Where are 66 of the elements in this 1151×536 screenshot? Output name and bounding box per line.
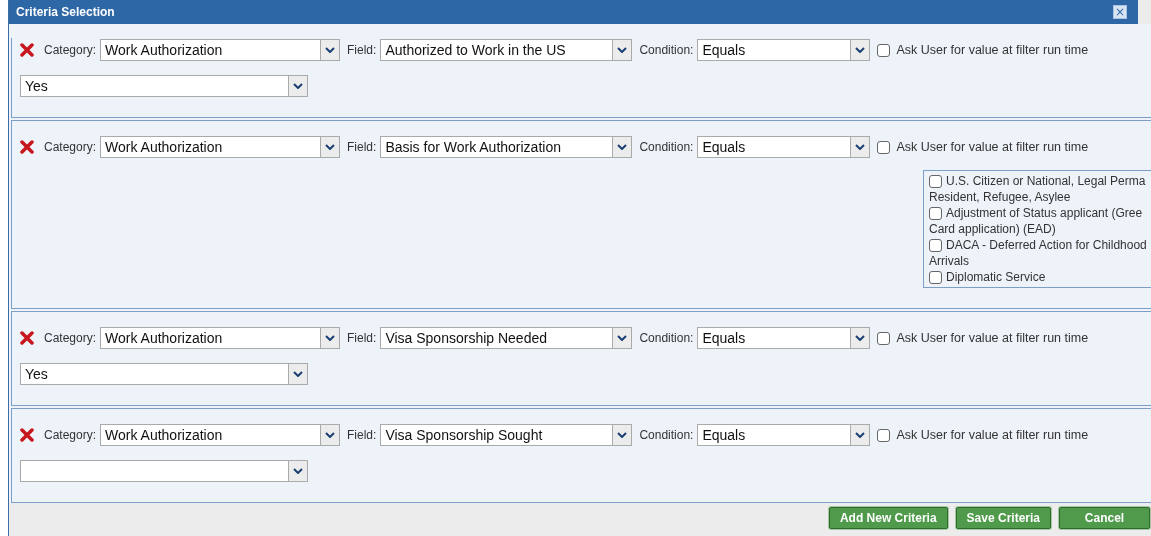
checkbox[interactable] — [929, 206, 942, 220]
category-dropdown[interactable]: Work Authorization — [100, 136, 341, 158]
condition-label: Condition: — [639, 140, 694, 154]
condition-dropdown[interactable]: Equals — [697, 136, 871, 158]
category-label: Category: — [44, 428, 97, 442]
chevron-icon — [617, 144, 628, 150]
option-label: Diplomatic Service — [946, 269, 1046, 285]
checkbox[interactable] — [877, 428, 891, 442]
checkbox[interactable] — [877, 140, 891, 154]
field-label: Field: — [347, 140, 377, 154]
condition-dropdown[interactable]: Equals — [697, 327, 871, 349]
chevron-icon — [325, 144, 336, 150]
chevron-icon — [325, 47, 336, 53]
field-dropdown[interactable]: Visa Sponsorship Sought — [380, 424, 633, 446]
option-label: Resident, Refugee, Asylee — [929, 189, 1072, 205]
condition-label: Condition: — [639, 428, 694, 442]
window-title: Criteria Selection — [16, 5, 115, 19]
checkbox-label: Ask User for value at filter run time — [896, 43, 1089, 57]
delete-icon[interactable] — [20, 43, 34, 57]
checkbox[interactable] — [929, 270, 942, 284]
field-label: Field: — [347, 428, 377, 442]
checkbox-label: Ask User for value at filter run time — [896, 428, 1089, 442]
chevron-icon — [325, 432, 336, 438]
field-dropdown[interactable]: Visa Sponsorship Needed — [380, 327, 633, 349]
category-label: Category: — [44, 331, 97, 345]
checkbox[interactable] — [929, 238, 942, 252]
delete-icon[interactable] — [20, 331, 34, 345]
condition-dropdown[interactable]: Equals — [697, 424, 871, 446]
value-dropdown[interactable]: Yes — [20, 363, 308, 385]
condition-dropdown[interactable]: Equals — [697, 39, 871, 61]
checkbox-label: Ask User for value at filter run time — [896, 140, 1089, 154]
condition-label: Condition: — [639, 43, 694, 57]
chevron-icon — [855, 432, 866, 438]
category-dropdown[interactable]: Work Authorization — [100, 39, 341, 61]
field-dropdown[interactable]: Basis for Work Authorization — [380, 136, 633, 158]
field-dropdown[interactable]: Authorized to Work in the US — [380, 39, 633, 61]
chevron-icon — [617, 335, 628, 341]
chevron-icon — [855, 335, 866, 341]
chevron-icon — [293, 83, 303, 89]
option-label: DACA - Deferred Action for Childhood — [946, 237, 1147, 253]
category-dropdown[interactable]: Work Authorization — [100, 424, 341, 446]
chevron-icon — [325, 335, 336, 341]
chevron-icon — [855, 144, 866, 150]
close-button[interactable]: × — [1113, 5, 1127, 19]
chevron-icon — [617, 432, 628, 438]
chevron-icon — [855, 47, 866, 53]
category-label: Category: — [44, 140, 97, 154]
option-label: Card application) (EAD) — [929, 221, 1057, 237]
chevron-icon — [293, 371, 303, 377]
checkbox[interactable] — [877, 331, 891, 345]
option-label: Arrivals — [929, 253, 970, 269]
chevron-icon — [617, 47, 628, 53]
checkbox[interactable] — [929, 174, 942, 188]
value-dropdown[interactable]: Yes — [20, 75, 308, 97]
field-label: Field: — [347, 43, 377, 57]
chevron-icon — [293, 468, 303, 474]
category-label: Category: — [44, 43, 97, 57]
field-label: Field: — [347, 331, 377, 345]
delete-icon[interactable] — [20, 140, 34, 154]
checkbox-label: Ask User for value at filter run time — [896, 331, 1089, 345]
checkbox[interactable] — [877, 43, 891, 57]
condition-label: Condition: — [639, 331, 694, 345]
category-dropdown[interactable]: Work Authorization — [100, 327, 341, 349]
delete-icon[interactable] — [20, 428, 34, 442]
option-label: U.S. Citizen or National, Legal Perma — [946, 173, 1146, 189]
option-label: Adjustment of Status applicant (Gree — [946, 205, 1143, 221]
